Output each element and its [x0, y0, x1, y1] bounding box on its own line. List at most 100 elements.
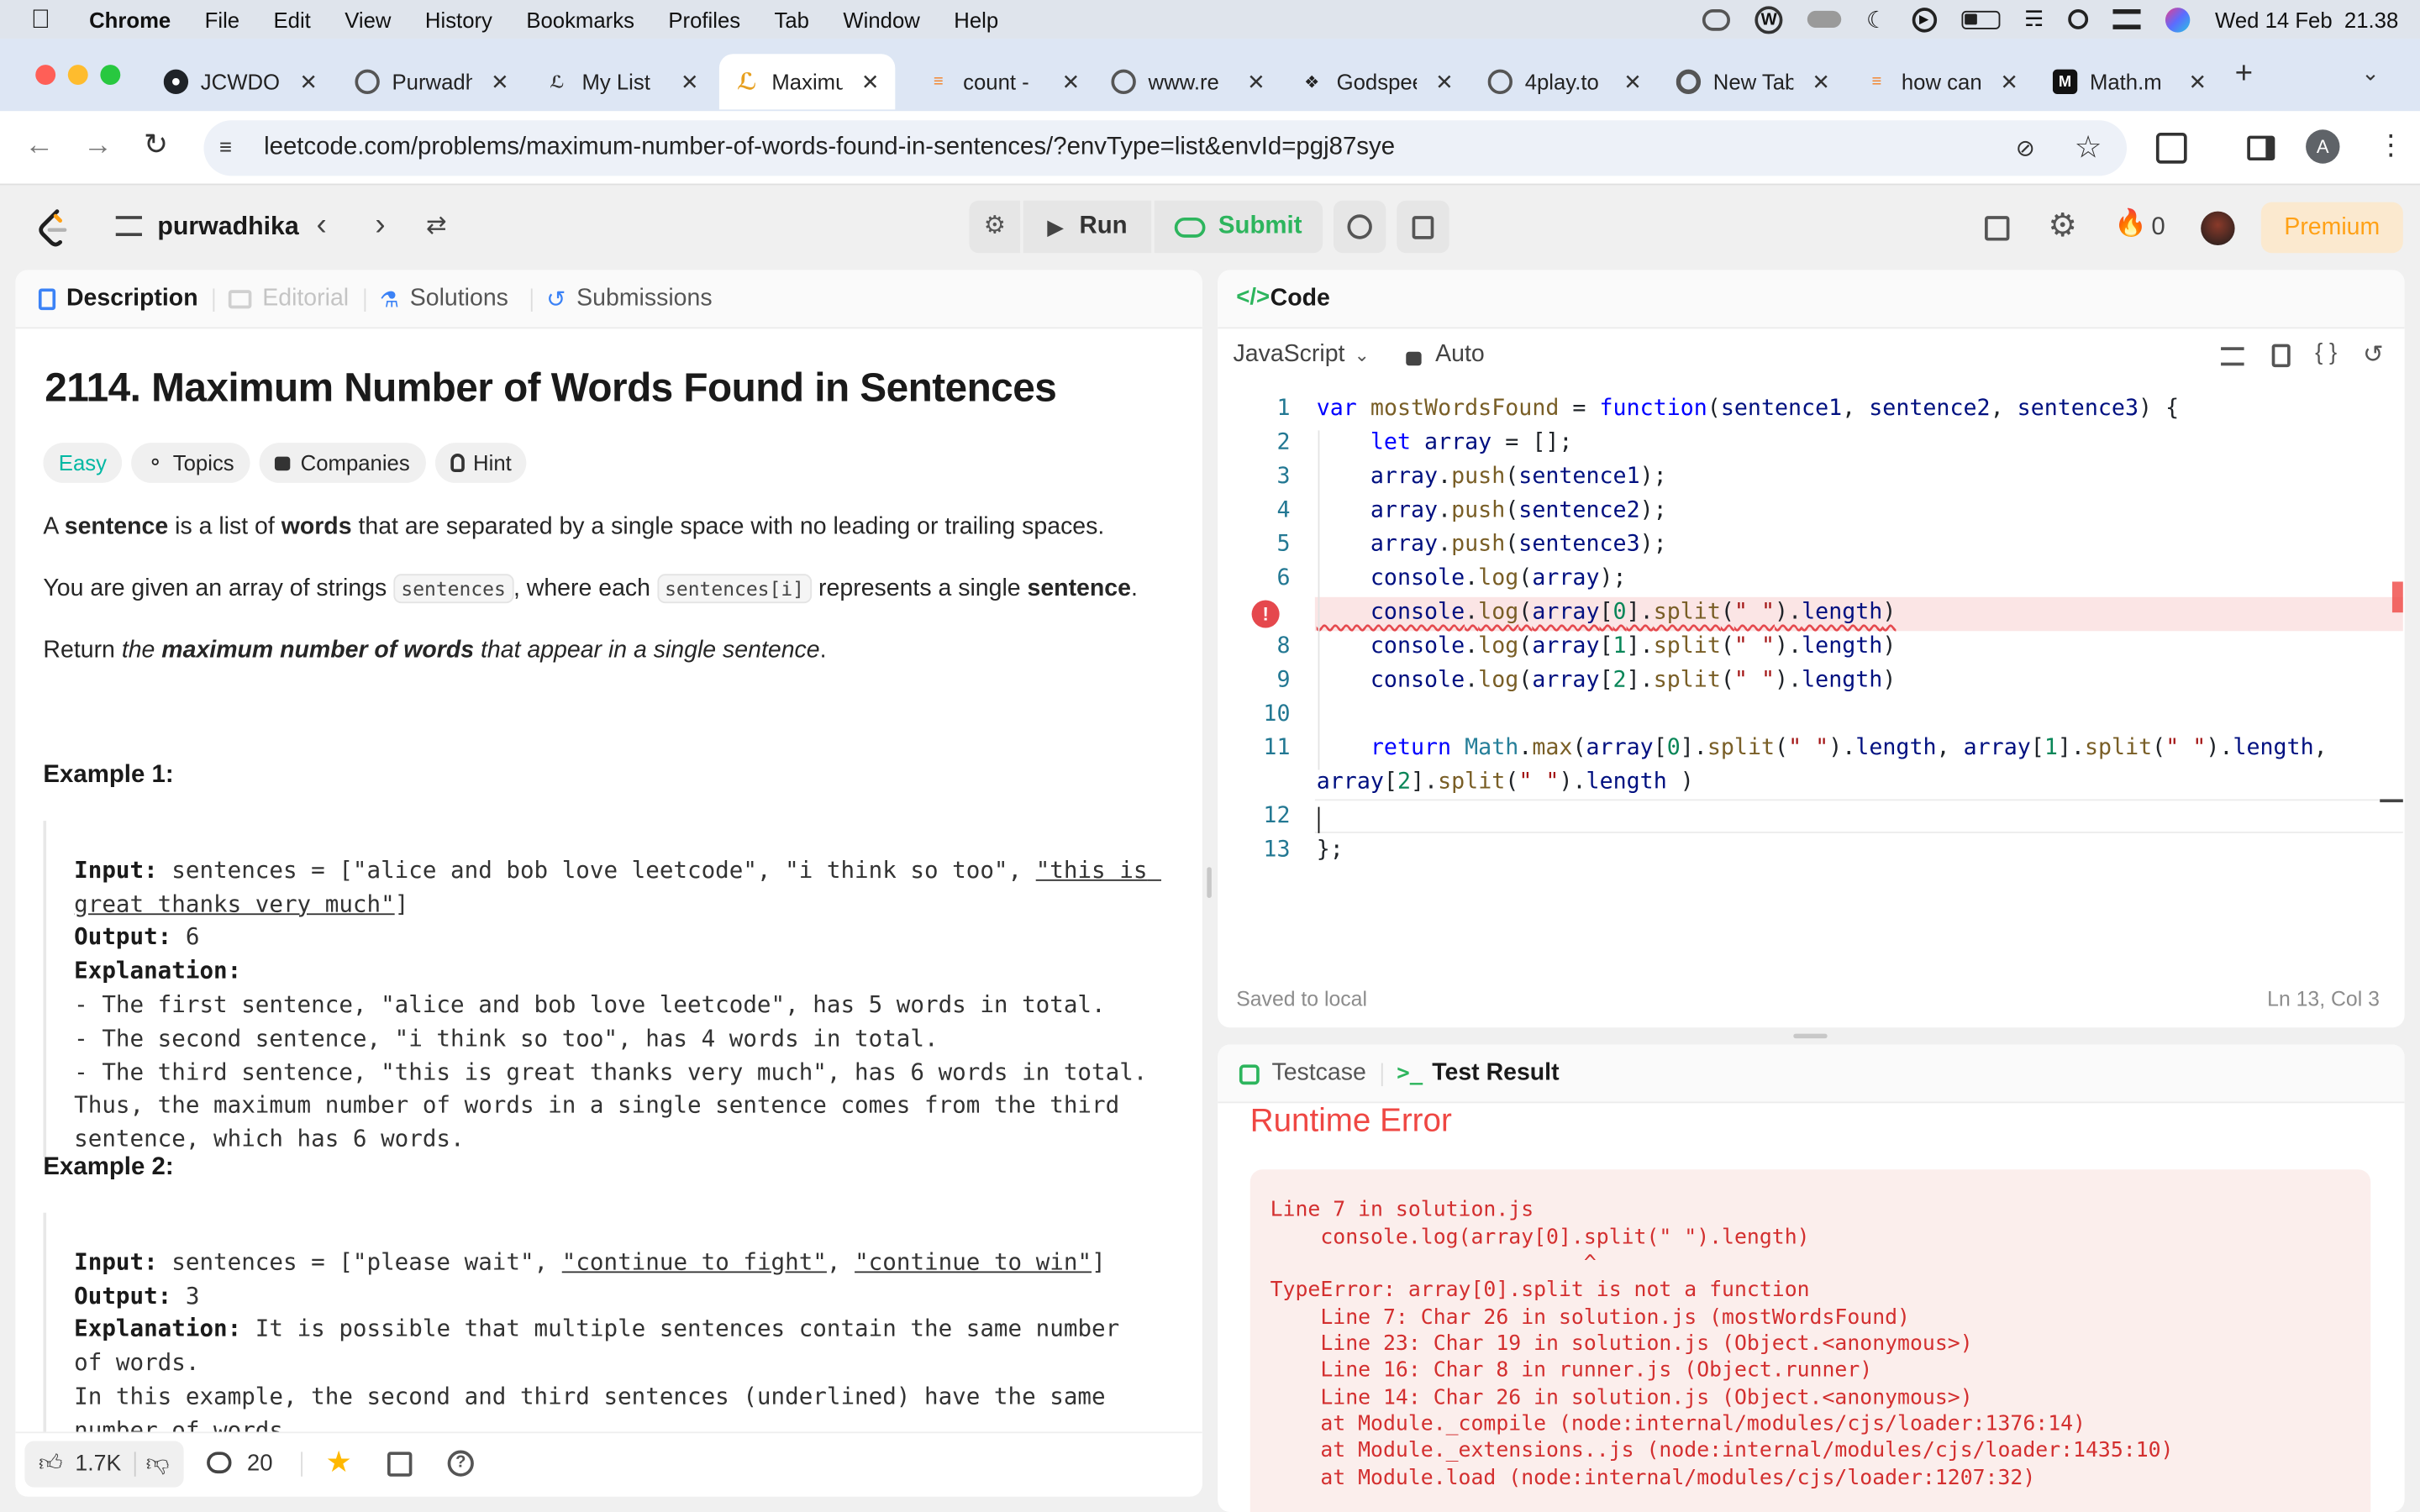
- new-tab-plus-icon[interactable]: +: [2235, 57, 2253, 92]
- run-button[interactable]: ▶ Run: [1023, 200, 1152, 254]
- reset-code-icon[interactable]: ↺: [2363, 339, 2384, 370]
- test-result-tab[interactable]: >_ Test Result: [1397, 1060, 1559, 1088]
- side-panel-icon[interactable]: [2247, 135, 2275, 161]
- menubar-clock[interactable]: Wed 14 Feb 21.38: [2215, 7, 2398, 31]
- menu-history[interactable]: History: [425, 7, 492, 31]
- submissions-tab[interactable]: ↺ Submissions: [546, 286, 712, 313]
- tab-close-icon[interactable]: ✕: [491, 69, 509, 95]
- auto-mode-label[interactable]: Auto: [1435, 341, 1485, 369]
- user-avatar[interactable]: [2201, 211, 2235, 246]
- thumbs-down-icon[interactable]: 👎︎: [146, 1451, 170, 1478]
- play-circle-icon[interactable]: ▶: [1911, 7, 1937, 32]
- language-select[interactable]: JavaScript ⌄: [1234, 341, 1370, 369]
- error-gutter-icon[interactable]: !: [1251, 600, 1280, 628]
- creative-cloud-icon[interactable]: [1702, 8, 1731, 30]
- moon-icon[interactable]: ☾: [1866, 5, 1887, 33]
- site-info-icon[interactable]: ≡: [219, 134, 247, 160]
- tab-close-icon[interactable]: ✕: [861, 69, 880, 95]
- menu-tab[interactable]: Tab: [775, 7, 809, 31]
- browser-tab[interactable]: www.re ✕: [1111, 54, 1265, 109]
- timer-icon[interactable]: [1333, 200, 1386, 254]
- favorite-star-icon[interactable]: ★: [326, 1446, 352, 1481]
- tab-close-icon[interactable]: ✕: [1623, 69, 1642, 95]
- problem-list-icon[interactable]: [115, 216, 142, 237]
- problem-list-name[interactable]: purwadhika: [157, 213, 298, 242]
- browser-tab[interactable]: New Tab ✕: [1676, 54, 1830, 109]
- window-zoom-button[interactable]: [100, 65, 121, 86]
- leetcode-logo-icon[interactable]: [37, 208, 71, 249]
- cloud-icon[interactable]: [1807, 10, 1842, 29]
- menu-file[interactable]: File: [205, 7, 239, 31]
- menu-view[interactable]: View: [345, 7, 391, 31]
- siri-icon[interactable]: [2165, 7, 2191, 32]
- like-count[interactable]: 1.7K: [75, 1452, 121, 1476]
- layout-grid-icon[interactable]: [1985, 216, 2010, 241]
- help-circle-icon[interactable]: ?: [447, 1450, 474, 1477]
- streak-fire-icon[interactable]: 🔥: [2114, 208, 2147, 239]
- menu-app-name[interactable]: Chrome: [89, 7, 171, 31]
- address-bar[interactable]: ≡ leetcode.com/problems/maximum-number-o…: [203, 120, 2128, 176]
- companies-button[interactable]: Companies: [259, 443, 426, 483]
- format-code-icon[interactable]: [2221, 347, 2244, 366]
- url-text[interactable]: leetcode.com/problems/maximum-number-of-…: [264, 134, 1395, 162]
- browser-tab[interactable]: ≡ how can ✕: [1865, 54, 2018, 109]
- tab-close-icon[interactable]: ✕: [1247, 69, 1265, 95]
- tab-close-icon[interactable]: ✕: [1435, 69, 1454, 95]
- tab-search-chevron-icon[interactable]: ⌄: [2361, 60, 2380, 87]
- browser-tab-active[interactable]: ℒ Maximum ✕: [718, 54, 896, 110]
- menu-bookmarks[interactable]: Bookmarks: [526, 7, 634, 31]
- description-tab[interactable]: Description: [38, 286, 198, 313]
- panel-resize-handle[interactable]: [1207, 867, 1212, 898]
- editorial-tab[interactable]: Editorial: [228, 286, 349, 313]
- menu-window[interactable]: Window: [843, 7, 919, 31]
- browser-tab[interactable]: M Math.m ✕: [2052, 54, 2207, 109]
- share-icon[interactable]: [387, 1452, 413, 1477]
- curly-braces-icon[interactable]: { }: [2315, 339, 2337, 365]
- eye-slash-icon[interactable]: ⊘: [2016, 134, 2049, 162]
- browser-tab[interactable]: ≡ count - ✕: [926, 54, 1080, 109]
- tab-close-icon[interactable]: ✕: [681, 69, 699, 95]
- streak-count[interactable]: 0: [2151, 214, 2165, 242]
- hint-button[interactable]: Hint: [434, 443, 528, 483]
- wifi-icon[interactable]: ☴: [2024, 6, 2044, 32]
- browser-tab[interactable]: ● JCWDO ✕: [163, 54, 318, 109]
- settings-gear-icon[interactable]: ⚙: [2048, 207, 2077, 245]
- profile-avatar[interactable]: A: [2306, 129, 2340, 164]
- comment-count[interactable]: 20: [247, 1451, 273, 1477]
- tab-close-icon[interactable]: ✕: [1062, 69, 1081, 95]
- window-minimize-button[interactable]: [67, 65, 88, 86]
- forward-arrow-icon[interactable]: →: [83, 129, 113, 163]
- panel-resize-handle[interactable]: [1793, 1033, 1828, 1039]
- debug-button[interactable]: ⚙: [969, 200, 1021, 254]
- thumbs-up-icon[interactable]: 👍︎: [39, 1451, 63, 1478]
- code-editor[interactable]: 1 2 3 4 5 6 ! 8 9 10 11 12 13 var mostWo…: [1219, 396, 2403, 890]
- browser-tab[interactable]: Purwadhika ✕: [355, 54, 509, 109]
- comment-icon[interactable]: [207, 1452, 232, 1474]
- browser-tab[interactable]: 4play.to ✕: [1487, 54, 1642, 109]
- shuffle-icon[interactable]: ⇄: [426, 210, 447, 241]
- back-arrow-icon[interactable]: ←: [24, 129, 54, 163]
- window-close-button[interactable]: [35, 65, 56, 86]
- battery-icon[interactable]: [1960, 9, 2000, 29]
- reload-icon[interactable]: ↻: [144, 128, 168, 163]
- submit-button[interactable]: Submit: [1154, 200, 1323, 254]
- testcase-tab[interactable]: Testcase: [1239, 1060, 1366, 1088]
- spotlight-search-icon[interactable]: [2068, 9, 2089, 29]
- tab-close-icon[interactable]: ✕: [1812, 69, 1830, 95]
- tab-close-icon[interactable]: ✕: [2188, 69, 2207, 95]
- apple-icon[interactable]: : [31, 4, 50, 35]
- solutions-tab[interactable]: ⚗ Solutions: [380, 286, 508, 313]
- chrome-menu-icon[interactable]: ⋮: [2377, 129, 2405, 162]
- control-center-icon[interactable]: [2112, 9, 2141, 29]
- menu-edit[interactable]: Edit: [274, 7, 311, 31]
- tab-close-icon[interactable]: ✕: [299, 69, 318, 95]
- browser-tab[interactable]: ℒ My List ✕: [544, 54, 698, 109]
- menu-help[interactable]: Help: [954, 7, 998, 31]
- extensions-puzzle-icon[interactable]: [2155, 132, 2187, 164]
- notes-icon[interactable]: [1397, 200, 1449, 254]
- menu-profiles[interactable]: Profiles: [668, 7, 740, 31]
- premium-button[interactable]: Premium: [2260, 202, 2403, 254]
- prev-problem-icon[interactable]: ‹: [317, 208, 327, 244]
- bookmark-icon[interactable]: [2271, 344, 2291, 368]
- tab-close-icon[interactable]: ✕: [2000, 69, 2018, 95]
